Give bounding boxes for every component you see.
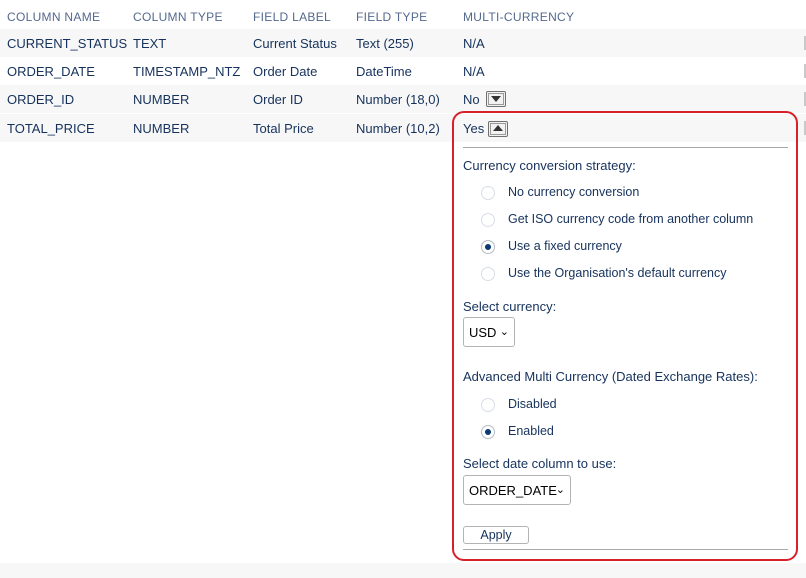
cell-column-name: ORDER_ID — [7, 92, 75, 107]
highlight-annotation — [452, 111, 798, 561]
expand-multi-currency-button[interactable] — [486, 91, 506, 107]
table-row: ORDER_ID NUMBER Order ID Number (18,0) N… — [0, 85, 806, 113]
triangle-down-icon — [488, 93, 504, 105]
cell-multi-currency: N/A — [463, 64, 485, 79]
header-field-type: FIELD TYPE — [356, 10, 428, 24]
cell-column-type: TEXT — [133, 36, 167, 51]
table-footer-band — [0, 563, 806, 578]
cell-field-label: Current Status — [253, 36, 337, 51]
cell-field-label: Order Date — [253, 64, 318, 79]
header-column-type: COLUMN TYPE — [133, 10, 223, 24]
cell-multi-currency: N/A — [463, 36, 485, 51]
header-column-name: COLUMN NAME — [7, 10, 101, 24]
cell-column-type: NUMBER — [133, 121, 190, 136]
table-row: ORDER_DATE TIMESTAMP_NTZ Order Date Date… — [0, 57, 806, 85]
cell-column-name: ORDER_DATE — [7, 64, 95, 79]
cell-field-label: Total Price — [253, 121, 314, 136]
cell-column-name: TOTAL_PRICE — [7, 121, 95, 136]
table-header: COLUMN NAME COLUMN TYPE FIELD LABEL FIEL… — [0, 0, 806, 32]
header-field-label: FIELD LABEL — [253, 10, 332, 24]
header-multi-currency: MULTI-CURRENCY — [463, 10, 575, 24]
cell-field-type: Number (10,2) — [356, 121, 440, 136]
cell-column-type: NUMBER — [133, 92, 190, 107]
cell-field-label: Order ID — [253, 92, 303, 107]
cell-field-type: DateTime — [356, 64, 412, 79]
table-row: CURRENT_STATUS TEXT Current Status Text … — [0, 29, 806, 57]
cell-column-type: TIMESTAMP_NTZ — [133, 64, 241, 79]
cell-field-type: Number (18,0) — [356, 92, 440, 107]
cell-multi-currency: No — [463, 92, 480, 107]
cell-field-type: Text (255) — [356, 36, 414, 51]
cell-column-name: CURRENT_STATUS — [7, 36, 128, 51]
